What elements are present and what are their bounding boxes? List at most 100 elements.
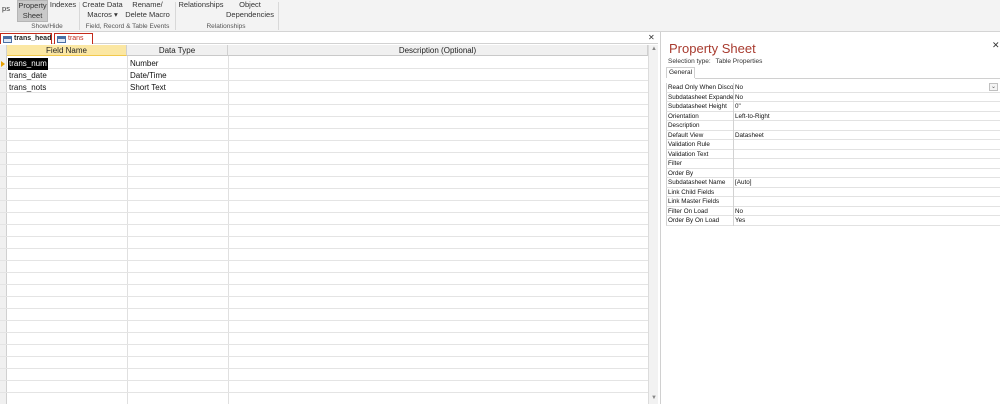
property-value[interactable]: No <box>735 93 1000 102</box>
property-row[interactable]: Filter On Load No <box>666 206 1000 216</box>
grid-row-line <box>0 284 648 285</box>
grid-row-line <box>0 356 648 357</box>
cut-button[interactable]: ps <box>0 4 12 26</box>
table-icon <box>57 36 66 43</box>
scroll-down-icon[interactable]: ▼ <box>651 395 657 401</box>
cell-field-name[interactable]: trans_date <box>8 70 47 82</box>
grid-row-line <box>0 308 648 309</box>
cell-field-name[interactable]: trans_num <box>8 58 48 70</box>
close-document-icon[interactable]: ✕ <box>648 33 655 42</box>
cell-data-type[interactable]: Number <box>129 58 158 70</box>
property-value[interactable]: Datasheet <box>735 131 1000 140</box>
header-data-type[interactable]: Data Type <box>127 45 228 56</box>
property-value[interactable] <box>735 188 1000 197</box>
property-row[interactable]: Link Master Fields <box>666 197 1000 207</box>
property-row[interactable]: Subdatasheet Height 0" <box>666 102 1000 112</box>
property-row[interactable]: Subdatasheet Name [Auto] <box>666 178 1000 188</box>
create-data-macros-label-2: Macros ▾ <box>87 10 118 19</box>
property-value[interactable]: No <box>735 83 1000 92</box>
property-row[interactable]: Description <box>666 121 1000 131</box>
grid-row-line <box>0 296 648 297</box>
property-divider <box>733 121 734 131</box>
property-row[interactable]: Link Child Fields <box>666 187 1000 197</box>
property-row[interactable]: Validation Rule <box>666 140 1000 150</box>
property-sheet-title: Property Sheet <box>669 41 756 56</box>
cell-data-type[interactable]: Date/Time <box>129 70 167 82</box>
property-name: Default View <box>668 131 704 139</box>
property-row[interactable]: Filter <box>666 159 1000 169</box>
tab-label: trans_head <box>14 35 52 42</box>
property-row[interactable]: Order By On Load Yes <box>666 216 1000 226</box>
property-value[interactable] <box>735 159 1000 168</box>
property-value[interactable] <box>735 140 1000 149</box>
close-property-sheet-icon[interactable]: ✕ <box>992 40 1000 51</box>
property-name: Order By On Load <box>668 217 720 224</box>
grid-row-line <box>0 92 648 93</box>
scroll-up-icon[interactable]: ▲ <box>651 46 657 52</box>
property-value[interactable]: No <box>735 207 1000 216</box>
grid-row-line <box>0 176 648 177</box>
property-value[interactable] <box>735 169 1000 178</box>
grid-row-line <box>0 248 648 249</box>
object-dependencies-label-2: Dependencies <box>226 10 274 19</box>
grid-row-line <box>0 332 648 333</box>
vertical-scrollbar[interactable]: ▲ ▼ <box>648 45 658 404</box>
property-divider <box>733 140 734 150</box>
dropdown-icon[interactable]: ⌄ <box>989 83 998 91</box>
property-name: Validation Rule <box>668 141 710 148</box>
grid-row-line <box>0 236 648 237</box>
tab-divider <box>695 78 1000 79</box>
object-dependencies-button[interactable]: Object Dependencies <box>225 0 275 22</box>
property-name: Link Master Fields <box>668 198 720 205</box>
indexes-button[interactable]: Indexes <box>49 0 77 22</box>
tab-trans[interactable]: trans <box>54 33 93 44</box>
property-value[interactable] <box>735 197 1000 206</box>
tab-label: trans <box>68 35 84 42</box>
group-label-relationships: Relationships <box>206 23 246 30</box>
cell-field-name[interactable]: trans_nots <box>8 82 46 94</box>
property-value[interactable]: Left-to-Right <box>735 112 1000 121</box>
property-value[interactable]: 0" <box>735 102 1000 111</box>
group-label-show-hide: Show/Hide <box>31 23 63 30</box>
property-row[interactable]: Subdatasheet Expanded No <box>666 92 1000 102</box>
grid-row-line <box>0 344 648 345</box>
property-value[interactable] <box>735 150 1000 159</box>
property-row[interactable]: Order By <box>666 168 1000 178</box>
create-data-macros-button[interactable]: Create Data Macros ▾ <box>82 0 123 22</box>
grid-row-line <box>0 380 648 381</box>
property-list: Read Only When DisconnectedNo⌄Subdatashe… <box>666 83 1000 226</box>
property-value[interactable]: [Auto] <box>735 178 1000 187</box>
grid-row-line <box>0 128 648 129</box>
cell-data-type[interactable]: Short Text <box>129 82 166 94</box>
property-sheet-button[interactable]: Property Sheet <box>17 0 48 22</box>
grid-row-line <box>0 164 648 165</box>
relationships-button[interactable]: Relationships <box>177 0 225 22</box>
object-dependencies-label-1: Object <box>239 0 261 9</box>
property-name: Subdatasheet Name <box>668 179 726 186</box>
property-row[interactable]: Orientation Left-to-Right <box>666 111 1000 121</box>
property-name: Subdatasheet Expanded <box>668 93 733 101</box>
grid-row-line <box>0 152 648 153</box>
grid-row-line <box>0 212 648 213</box>
property-row[interactable]: Default View Datasheet <box>666 130 1000 140</box>
tab-trans-head[interactable]: trans_head <box>0 33 52 44</box>
property-divider <box>733 178 734 188</box>
property-name: Filter <box>668 160 682 167</box>
tab-general[interactable]: General <box>666 67 695 78</box>
property-divider <box>733 206 734 216</box>
property-value[interactable]: Yes <box>735 216 1000 225</box>
property-row[interactable]: Read Only When DisconnectedNo⌄ <box>666 83 1000 93</box>
table-design-grid: Field Name Data Type Description (Option… <box>0 45 648 404</box>
grid-row-line <box>0 260 648 261</box>
header-field-name[interactable]: Field Name <box>7 45 127 56</box>
property-value[interactable] <box>735 121 1000 130</box>
property-name: Link Child Fields <box>668 188 715 196</box>
rename-delete-macro-button[interactable]: Rename/ Delete Macro <box>124 0 171 22</box>
column-divider <box>127 56 128 404</box>
document-tab-bar: trans_head trans <box>0 32 658 44</box>
property-row[interactable]: Validation Text <box>666 149 1000 159</box>
header-description[interactable]: Description (Optional) <box>228 45 648 56</box>
grid-row-line <box>0 80 648 81</box>
ribbon-separator <box>278 2 279 30</box>
property-divider <box>733 187 734 197</box>
